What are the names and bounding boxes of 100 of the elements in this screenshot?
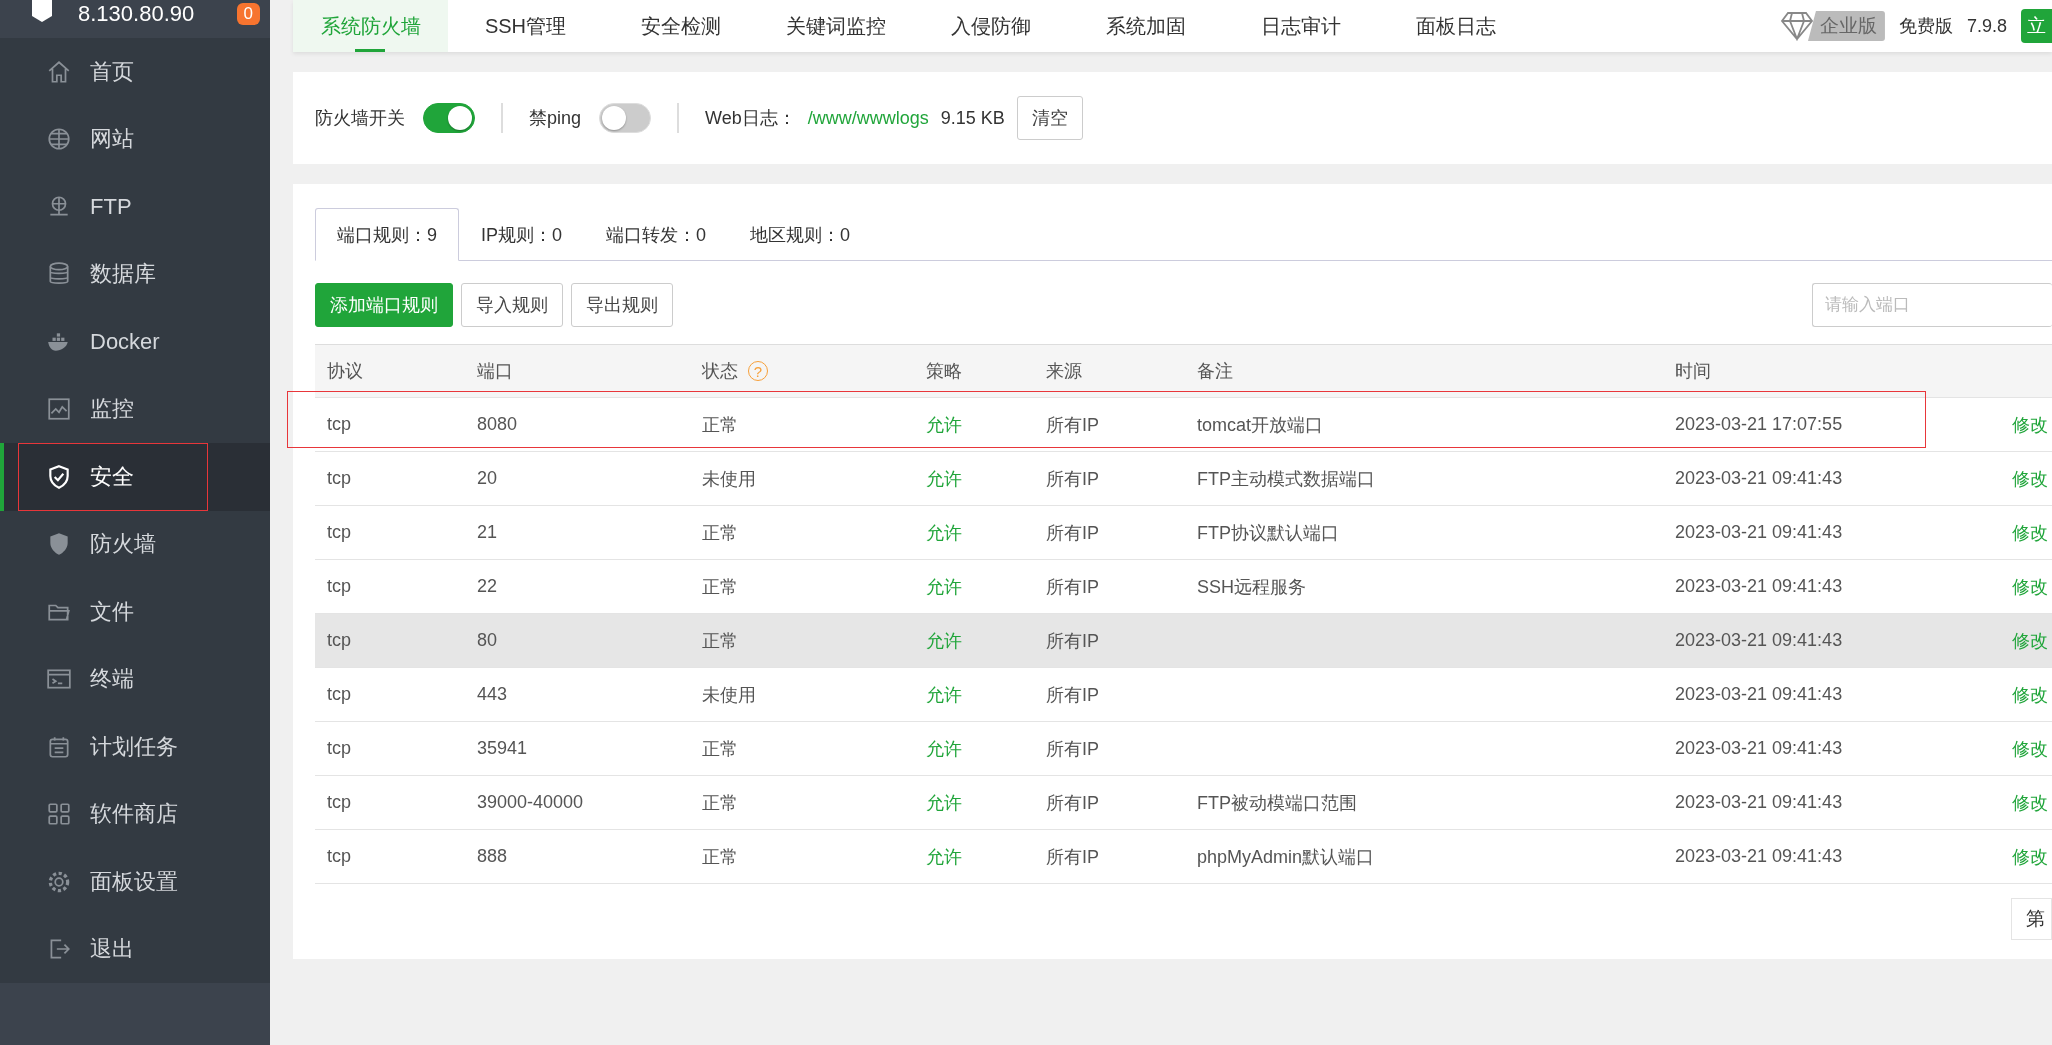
table-cell-text: FTP协议默认端口 <box>1196 521 1340 545</box>
tab[interactable]: 安全检测 <box>603 0 758 52</box>
table-cell-text: 正常 <box>701 521 739 545</box>
table-cell-text: 2023-03-21 09:41:43 <box>1674 738 1844 759</box>
column-header: 备注 <box>1197 360 1233 383</box>
sidebar-item[interactable]: FTP <box>0 173 270 241</box>
table-cell-text: 2023-03-21 09:41:43 <box>1674 468 1844 489</box>
rule-button[interactable]: 导入规则 <box>461 283 563 327</box>
table-cell-text: 8080 <box>476 414 519 435</box>
sidebar-item[interactable]: 终端 <box>0 645 270 713</box>
table-cell-text: 正常 <box>701 575 739 599</box>
sidebar-item[interactable]: 计划任务 <box>0 713 270 781</box>
table-cell-text: FTP被动模端口范围 <box>1196 791 1358 815</box>
table-cell-text: SSH远程服务 <box>1196 575 1307 599</box>
column-header: 策略 <box>926 360 962 383</box>
page-button[interactable]: 第 <box>2011 898 2052 940</box>
table-cell-text: 正常 <box>701 791 739 815</box>
column-header: 来源 <box>1046 360 1082 383</box>
sidebar-item[interactable]: 首页 <box>0 38 270 106</box>
grid-icon <box>46 801 72 828</box>
table-cell-text: tcp <box>326 792 352 813</box>
tab[interactable]: 日志审计 <box>1223 0 1378 52</box>
tab[interactable]: SSH管理 <box>448 0 603 52</box>
globe-icon <box>46 126 72 153</box>
tab[interactable]: 端口转发：0 <box>584 208 729 261</box>
table-cell-text: 未使用 <box>701 683 757 707</box>
tab[interactable]: 系统加固 <box>1068 0 1223 52</box>
table-cell-text: 所有IP <box>1045 845 1100 869</box>
column-header: 协议 <box>327 360 363 383</box>
sidebar-item[interactable]: 数据库 <box>0 240 270 308</box>
table-cell-text: 所有IP <box>1045 737 1100 761</box>
table-cell-text: tomcat开放端口 <box>1196 413 1325 437</box>
table-cell-text: 允许 <box>925 683 963 707</box>
sidebar-item[interactable]: 安全 <box>0 443 270 511</box>
table-cell-text: 2023-03-21 09:41:43 <box>1674 846 1844 867</box>
sidebar-item[interactable]: 面板设置 <box>0 848 270 916</box>
table-cell-text: 2023-03-21 09:41:43 <box>1674 792 1844 813</box>
column-header: 时间 <box>1675 360 1711 383</box>
table-cell-text: tcp <box>326 846 352 867</box>
tab[interactable]: 面板日志 <box>1378 0 1533 52</box>
table-cell-text: 所有IP <box>1045 629 1100 653</box>
table-cell-text: 所有IP <box>1045 521 1100 545</box>
tab[interactable]: 地区规则：0 <box>728 208 873 261</box>
search-field[interactable]: 请输入端口 <box>1812 283 2052 327</box>
tab[interactable]: 端口规则：9 <box>315 208 459 261</box>
rule-button[interactable]: 导出规则 <box>571 283 673 327</box>
table-cell-text: 未使用 <box>701 467 757 491</box>
table-cell-text: 2023-03-21 09:41:43 <box>1674 630 1844 651</box>
clear-button[interactable]: 清空 <box>1016 96 1083 140</box>
column-header: 状态 <box>702 360 738 383</box>
sidebar-item[interactable]: 网站 <box>0 105 270 173</box>
toggle-label: 防火墙开关 <box>315 107 405 130</box>
table-cell-text: 允许 <box>925 629 963 653</box>
table-cell-text: FTP主动模式数据端口 <box>1196 467 1376 491</box>
chart-icon <box>46 396 72 423</box>
table-cell-text: 允许 <box>925 791 963 815</box>
table-cell-text: tcp <box>326 684 352 705</box>
table-cell-text: 正常 <box>701 413 739 437</box>
table-cell-text: tcp <box>326 738 352 759</box>
table-cell-text: 允许 <box>925 737 963 761</box>
server-address: 8.130.80.90 <box>78 3 196 25</box>
table-cell-text: 允许 <box>925 467 963 491</box>
sidebar-item[interactable]: 退出 <box>0 915 270 983</box>
edition-label: 免费版 <box>1898 15 1953 38</box>
shield-icon <box>46 463 72 490</box>
toggle-label: 禁ping <box>529 107 582 130</box>
table-cell-text: 35941 <box>476 738 529 759</box>
table-cell-text: 20 <box>476 468 499 489</box>
table-cell-text: 允许 <box>925 521 963 545</box>
sidebar-item[interactable]: 软件商店 <box>0 780 270 848</box>
table-cell-text: tcp <box>326 576 352 597</box>
table-cell-text: 允许 <box>925 845 963 869</box>
tab[interactable]: 关键词监控 <box>758 0 913 52</box>
table-cell-text: 2023-03-21 09:41:43 <box>1674 576 1844 597</box>
table-cell-text: 888 <box>476 846 509 867</box>
sidebar-item[interactable]: Docker <box>0 308 270 376</box>
table-cell-text: 正常 <box>701 629 739 653</box>
table-cell-text: 所有IP <box>1045 467 1100 491</box>
table-cell-text: 所有IP <box>1045 575 1100 599</box>
tab[interactable]: 入侵防御 <box>913 0 1068 52</box>
sidebar-item[interactable]: 防火墙 <box>0 510 270 578</box>
table-cell-text: 21 <box>476 522 499 543</box>
table-cell-text: 443 <box>476 684 509 705</box>
version-label: 7.9.8 <box>1966 15 2007 37</box>
log-size: 9.15 KB <box>940 107 1005 129</box>
column-header: 端口 <box>477 360 513 383</box>
sidebar-item[interactable]: 监控 <box>0 375 270 443</box>
toggle-switch[interactable] <box>423 103 475 133</box>
table-cell-text: 80 <box>476 630 499 651</box>
diamond-icon <box>1779 11 1814 41</box>
table-cell-text: 22 <box>476 576 499 597</box>
table-cell-text: 允许 <box>925 413 963 437</box>
sidebar-item[interactable]: 文件 <box>0 578 270 646</box>
table-cell-text: 所有IP <box>1045 683 1100 707</box>
tab[interactable]: IP规则：0 <box>459 208 585 261</box>
table-cell-text: 允许 <box>925 575 963 599</box>
table-cell-text: 正常 <box>701 845 739 869</box>
table-cell-text: 2023-03-21 09:41:43 <box>1674 522 1844 543</box>
table-cell-text: 2023-03-21 17:07:55 <box>1674 414 1844 435</box>
log-label: Web日志： <box>705 107 796 130</box>
